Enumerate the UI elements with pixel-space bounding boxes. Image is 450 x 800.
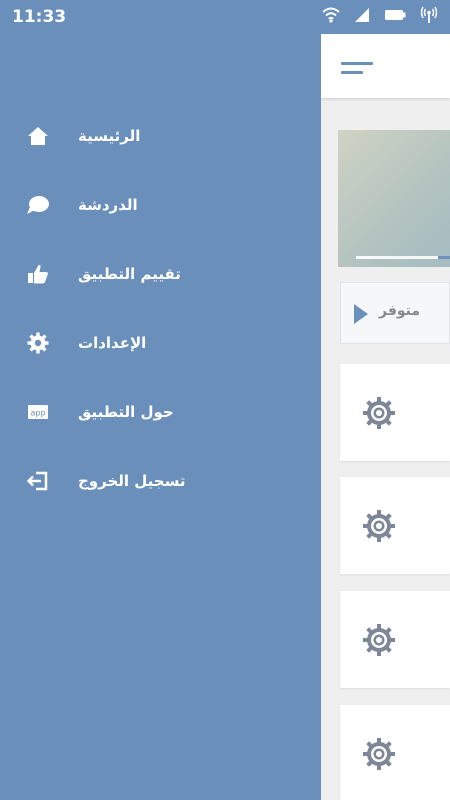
chat-icon <box>26 193 50 217</box>
drawer-item-rate[interactable]: تقييم التطبيق <box>0 239 321 308</box>
svg-text:app: app <box>30 408 45 417</box>
drawer-item-label: الرئيسية <box>78 126 141 145</box>
list-item[interactable] <box>340 705 450 800</box>
app-icon: app <box>26 400 50 424</box>
home-icon <box>26 124 50 148</box>
wifi-icon <box>322 7 340 23</box>
list-item[interactable] <box>340 591 450 688</box>
banner-image[interactable] <box>338 130 450 267</box>
drawer-item-label: الدردشة <box>78 195 138 214</box>
banner-progress <box>356 256 450 259</box>
main-content: متوفر <box>321 34 450 800</box>
drawer-menu: الرئيسية الدردشة تقييم التطبيق الإعدادات… <box>0 101 321 515</box>
thumbs-up-icon <box>26 262 50 286</box>
availability-label: متوفر <box>379 303 421 319</box>
menu-icon[interactable] <box>341 62 373 80</box>
signal-icon <box>354 7 370 23</box>
drawer-item-logout[interactable]: تسجيل الخروج <box>0 446 321 515</box>
drawer-item-home[interactable]: الرئيسية <box>0 101 321 170</box>
gear-icon <box>362 623 396 661</box>
play-icon <box>353 303 369 329</box>
drawer-item-settings[interactable]: الإعدادات <box>0 308 321 377</box>
logout-icon <box>26 469 50 493</box>
drawer-item-about[interactable]: app حول التطبيق <box>0 377 321 446</box>
hotspot-icon <box>420 6 438 24</box>
gear-icon <box>26 331 50 355</box>
drawer-item-label: تقييم التطبيق <box>78 264 181 283</box>
status-bar: 11:33 <box>0 0 450 34</box>
drawer-item-label: الإعدادات <box>78 333 147 352</box>
drawer-item-chat[interactable]: الدردشة <box>0 170 321 239</box>
gear-icon <box>362 509 396 547</box>
list-item[interactable] <box>340 364 450 461</box>
battery-icon <box>384 9 406 21</box>
drawer-item-label: تسجيل الخروج <box>78 471 186 490</box>
gear-icon <box>362 737 396 775</box>
availability-card[interactable]: متوفر <box>340 282 450 344</box>
drawer-item-label: حول التطبيق <box>78 402 174 421</box>
gear-icon <box>362 396 396 434</box>
status-time: 11:33 <box>12 7 67 27</box>
list-item[interactable] <box>340 477 450 574</box>
navigation-drawer: الرئيسية الدردشة تقييم التطبيق الإعدادات… <box>0 0 321 800</box>
toolbar <box>321 34 450 98</box>
